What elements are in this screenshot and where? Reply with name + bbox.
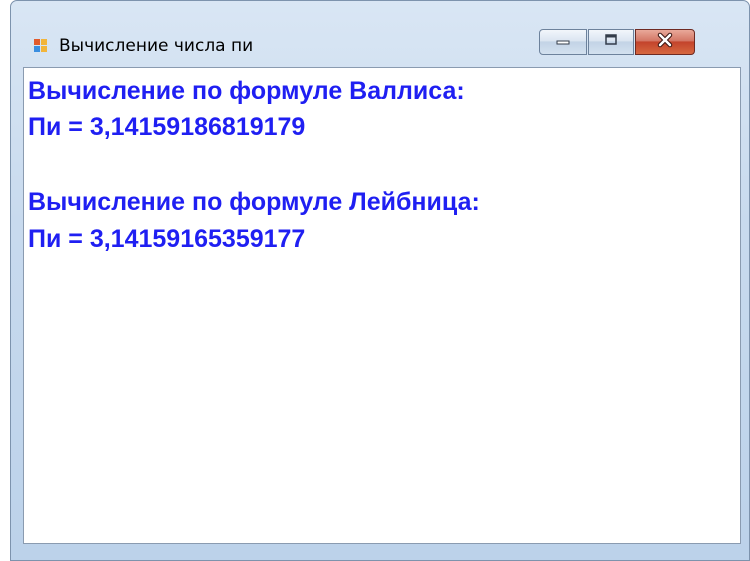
window-title: Вычисление числа пи — [59, 36, 254, 56]
leibniz-value: Пи = 3,14159165359177 — [28, 225, 306, 253]
leibniz-heading: Вычисление по формуле Лейбница: — [28, 188, 480, 216]
wallis-heading: Вычисление по формуле Валлиса: — [28, 77, 465, 105]
close-icon — [656, 32, 674, 53]
maximize-icon — [603, 33, 619, 52]
minimize-icon — [555, 33, 571, 51]
title-bar[interactable]: Вычисление числа пи — [11, 1, 749, 67]
maximize-button[interactable] — [588, 29, 634, 55]
close-button[interactable] — [635, 29, 695, 55]
minimize-button[interactable] — [539, 29, 587, 55]
page: Вычисление числа пи Вычисление по формул… — [0, 0, 750, 561]
app-window: Вычисление числа пи Вычисление по формул… — [10, 0, 750, 561]
windows-form-icon — [33, 38, 49, 54]
client-area: Вычисление по формуле Валлиса: Пи = 3,14… — [23, 67, 741, 544]
wallis-value: Пи = 3,14159186819179 — [28, 113, 306, 141]
